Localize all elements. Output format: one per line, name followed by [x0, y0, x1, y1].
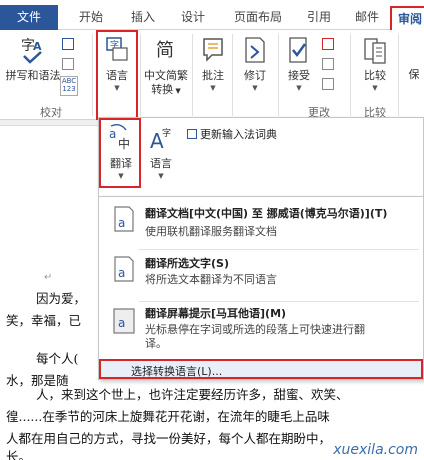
thesaurus-icon[interactable] [62, 38, 74, 50]
group-label-proofing: 校对 [40, 106, 62, 119]
group-separator [398, 34, 399, 116]
track-changes-button[interactable]: 修订 ▼ [236, 36, 274, 93]
svg-text:字: 字 [162, 127, 171, 139]
doc-text-line: 长。 [6, 449, 32, 460]
translate-document-icon: a [114, 206, 134, 232]
compare-button[interactable]: 比较 ▼ [358, 36, 392, 93]
menu-separator [139, 301, 419, 302]
tab-file[interactable]: 文件 [0, 5, 58, 30]
menu-item-description: 光标悬停在字词或所选的段落上可快速进行翻 [145, 323, 365, 336]
menu-item-description: 使用联机翻译服务翻译文档 [145, 225, 277, 238]
doc-text-line: 笑，幸福，已 [6, 313, 82, 328]
doc-text-line: 徨......在季节的河床上旋舞花开花谢，在流年的睫毛上品味 [6, 409, 330, 424]
menu-item-translate-selection[interactable]: a 翻译所选文字(S) 将所选文本翻译为不同语言 [99, 251, 423, 301]
group-separator [232, 34, 233, 116]
comment-icon [203, 38, 223, 62]
tab-mailings[interactable]: 邮件 [352, 6, 382, 30]
mini-translator-icon: a [113, 308, 135, 334]
tab-page-layout[interactable]: 页面布局 [230, 6, 286, 30]
menu-separator [139, 249, 419, 250]
compare-icon [364, 38, 386, 64]
group-separator [92, 34, 93, 116]
svg-text:简: 简 [156, 40, 174, 61]
define-icon[interactable] [62, 58, 74, 70]
tab-review[interactable]: 审阅 [390, 6, 424, 30]
group-separator [140, 34, 141, 116]
word-count-icon[interactable]: ABC 123 [60, 76, 78, 96]
svg-text:a: a [118, 316, 125, 330]
menu-item-translate-screentip[interactable]: a 翻译屏幕提示[马耳他语](M) 光标悬停在字词或所选的段落上可快速进行翻 译… [99, 303, 423, 351]
menu-item-title: 翻译所选文字(S) [145, 257, 229, 270]
previous-change-icon[interactable] [322, 58, 334, 70]
svg-text:A: A [33, 40, 42, 53]
doc-text-line: 人都在用自己的方式，寻找一份美好，每个人都在期盼中， [6, 431, 332, 446]
menu-item-label: 选择转换语言(L)... [131, 365, 223, 378]
spelling-check-icon: 字 A [21, 38, 42, 64]
paragraph-mark: ↵ [44, 272, 53, 283]
menu-item-title: 翻译屏幕提示[马耳他语](M) [145, 307, 287, 320]
group-separator [350, 34, 351, 116]
menu-item-title: 翻译文档[中文(中国) 至 挪威语(博克马尔语)](T) [145, 207, 388, 220]
doc-text-line: 每个人( [36, 351, 79, 366]
svg-text:a: a [118, 266, 125, 280]
spelling-grammar-button[interactable]: 字 A 拼写和语法 [4, 36, 62, 83]
menu-item-description: 译。 [145, 337, 167, 350]
track-changes-icon [245, 37, 265, 63]
ribbon-tab-bar: 文件 开始 插入 设计 页面布局 引用 邮件 审阅 [0, 0, 424, 30]
language-submenu-panel: a 中 翻译 ▼ A 字 语言 ▼ 更新输入法词典 [98, 117, 424, 197]
menu-item-choose-language[interactable]: 选择转换语言(L)... [99, 359, 423, 379]
menu-item-translate-document[interactable]: a 翻译文档[中文(中国) 至 挪威语(博克马尔语)](T) 使用联机翻译服务翻… [99, 197, 423, 247]
menu-item-description: 将所选文本翻译为不同语言 [145, 273, 277, 286]
translate-highlight-box [99, 118, 141, 188]
ribbon-review: 字 A 拼写和语法 ABC 123 校对 字 语言 ▼ 简 中文简繁 转换 ▼ [0, 30, 424, 122]
translate-selection-icon: a [114, 256, 134, 282]
update-ime-dictionary-button[interactable]: 更新输入法词典 [187, 126, 277, 142]
watermark-text: xuexila.com [333, 442, 418, 458]
comment-button[interactable]: 批注 ▼ [196, 36, 230, 93]
chinese-convert-icon: 简 [156, 40, 174, 61]
tab-references[interactable]: 引用 [304, 6, 334, 30]
accept-icon [289, 37, 307, 63]
next-change-icon[interactable] [322, 78, 334, 90]
doc-text-line: 人，来到这个世上，也许注定要经历许多，甜蜜、欢笑、 [36, 387, 349, 402]
language-menu-button[interactable]: A 字 语言 ▼ [143, 124, 179, 181]
tab-insert[interactable]: 插入 [128, 6, 158, 30]
reject-icon[interactable] [322, 38, 334, 50]
language-ab-icon: A 字 [150, 127, 171, 153]
translate-dropdown-menu: a 翻译文档[中文(中国) 至 挪威语(博克马尔语)](T) 使用联机翻译服务翻… [98, 196, 424, 380]
group-separator [278, 34, 279, 116]
group-separator [192, 34, 193, 116]
chinese-conversion-button[interactable]: 简 中文简繁 转换 ▼ [142, 36, 190, 98]
svg-text:a: a [118, 216, 125, 230]
doc-text-line: 因为爱， [36, 291, 87, 306]
dictionary-icon [187, 129, 197, 139]
accept-button[interactable]: 接受 ▼ [282, 36, 316, 93]
tab-home[interactable]: 开始 [76, 6, 106, 30]
tab-design[interactable]: 设计 [178, 6, 208, 30]
language-highlight-box [96, 30, 138, 122]
protect-button[interactable]: 保 [404, 68, 424, 82]
